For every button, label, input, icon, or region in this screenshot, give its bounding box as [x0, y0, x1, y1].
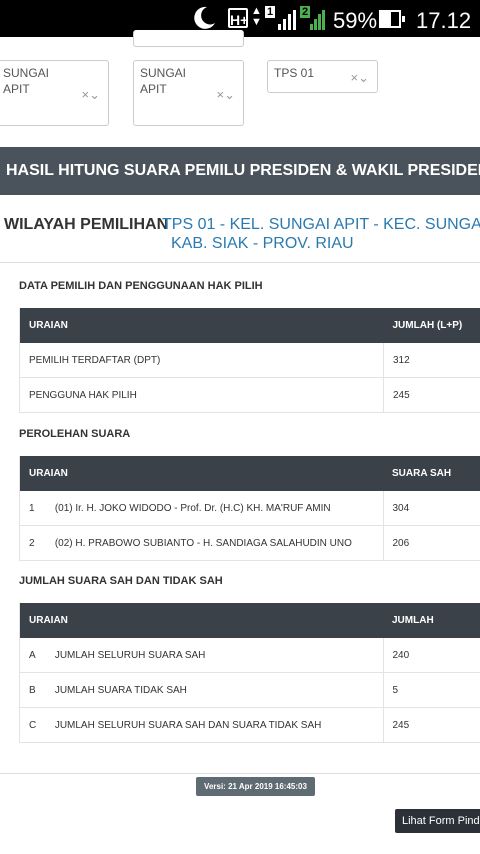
- region-info: WILAYAH PEMILIHAN TPS 01 - KEL. SUNGAI A…: [0, 212, 480, 256]
- clock: 17.12: [416, 8, 472, 33]
- clear-chevron-icon[interactable]: ×⌄: [351, 70, 370, 86]
- row-letter: A: [18, 638, 55, 673]
- table-row: PEMILIH TERDAFTAR (DPT) 312: [19, 343, 480, 378]
- column-header: SUARA SAH: [383, 456, 480, 491]
- candidate-name: (02) H. PRABOWO SUBIANTO - H. SANDIAGA S…: [54, 525, 383, 561]
- signal-sim1-icon: [278, 10, 296, 30]
- table-header-row: URAIAN JUMLAH (L+P): [19, 308, 480, 343]
- table-row: 1 (01) Ir. H. JOKO WIDODO - Prof. Dr. (H…: [18, 491, 480, 526]
- row-letter: C: [18, 707, 55, 743]
- row-label: JUMLAH SUARA TIDAK SAH: [54, 672, 383, 708]
- region-value-line1: TPS 01 - KEL. SUNGAI APIT - KEC. SUNGAI …: [162, 216, 480, 233]
- row-value: 245: [383, 377, 480, 413]
- table-row: A JUMLAH SELURUH SUARA SAH 240: [18, 638, 480, 673]
- kelurahan-select[interactable]: SUNGAI APIT ×⌄: [0, 60, 109, 126]
- region-value-line2: KAB. SIAK - PROV. RIAU: [171, 235, 354, 252]
- clear-chevron-icon[interactable]: ×⌄: [82, 87, 101, 103]
- row-label: PENGGUNA HAK PILIH: [19, 377, 384, 413]
- row-value: 5: [382, 672, 480, 708]
- section-heading-perolehan: PEROLEHAN SUARA: [19, 428, 131, 440]
- signal-sim2-icon: [310, 10, 325, 30]
- candidate-name: (01) Ir. H. JOKO WIDODO - Prof. Dr. (H.C…: [54, 491, 383, 526]
- column-header: URAIAN: [19, 308, 384, 343]
- row-label: PEMILIH TERDAFTAR (DPT): [19, 343, 384, 378]
- row-value: 312: [383, 343, 480, 378]
- kelurahan-value: SUNGAI APIT: [3, 66, 50, 96]
- data-arrows-icon: ▲ ▼: [251, 5, 262, 28]
- clear-chevron-icon[interactable]: ×⌄: [217, 87, 236, 103]
- column-header: URAIAN: [19, 456, 383, 491]
- page-title: HASIL HITUNG SUARA PEMILU PRESIDEN & WAK…: [6, 162, 480, 179]
- row-letter: B: [18, 672, 55, 708]
- table-row: PENGGUNA HAK PILIH 245: [19, 377, 480, 413]
- row-label: JUMLAH SELURUH SUARA SAH: [54, 638, 383, 673]
- network-type-icon: H+: [228, 8, 248, 28]
- section-heading-pemilih: DATA PEMILIH DAN PENGGUNAAN HAK PILIH: [19, 280, 263, 292]
- sim1-badge: 1: [265, 6, 276, 18]
- table-pemilih: URAIAN JUMLAH (L+P) PEMILIH TERDAFTAR (D…: [19, 308, 480, 413]
- row-number: 2: [18, 525, 55, 561]
- row-label: JUMLAH SELURUH SUARA SAH DAN SUARA TIDAK…: [54, 707, 383, 743]
- table-row: C JUMLAH SELURUH SUARA SAH DAN SUARA TID…: [18, 707, 480, 743]
- view-scan-form-button[interactable]: Lihat Form Pindai: [395, 809, 480, 833]
- column-header: URAIAN: [19, 603, 383, 638]
- table-row: B JUMLAH SUARA TIDAK SAH 5: [18, 672, 480, 708]
- tps-value: TPS 01: [274, 66, 315, 80]
- version-badge: Versi: 21 Apr 2019 16:45:03: [196, 777, 315, 796]
- kecamatan-select[interactable]: SUNGAI APIT ×⌄: [133, 60, 244, 126]
- section-heading-jumlah: JUMLAH SUARA SAH DAN TIDAK SAH: [19, 575, 223, 587]
- sim2-badge: 2: [300, 6, 311, 18]
- battery-icon: [379, 10, 405, 28]
- row-value: 206: [382, 525, 480, 561]
- column-header: JUMLAH: [383, 603, 480, 638]
- table-row: 2 (02) H. PRABOWO SUBIANTO - H. SANDIAGA…: [18, 525, 480, 561]
- moon-icon: [194, 6, 215, 29]
- row-value: 304: [382, 491, 480, 526]
- table-jumlah: URAIAN JUMLAH A JUMLAH SELURUH SUARA SAH…: [18, 603, 480, 743]
- column-header: JUMLAH (L+P): [383, 308, 480, 343]
- tps-select[interactable]: TPS 01 ×⌄: [267, 60, 378, 93]
- battery-percent: 59%: [333, 8, 378, 33]
- table-perolehan: URAIAN SUARA SAH 1 (01) Ir. H. JOKO WIDO…: [18, 456, 480, 561]
- kecamatan-value: SUNGAI APIT: [140, 66, 187, 96]
- province-select[interactable]: [133, 30, 244, 47]
- row-value: 245: [382, 707, 480, 743]
- row-number: 1: [18, 491, 55, 526]
- page-title-bar: HASIL HITUNG SUARA PEMILU PRESIDEN & WAK…: [0, 147, 480, 195]
- table-header-row: URAIAN JUMLAH: [19, 603, 480, 638]
- region-label: WILAYAH PEMILIHAN: [4, 216, 169, 233]
- divider: [0, 262, 480, 263]
- row-value: 240: [382, 638, 480, 673]
- divider: [0, 773, 480, 774]
- table-header-row: URAIAN SUARA SAH: [19, 456, 480, 491]
